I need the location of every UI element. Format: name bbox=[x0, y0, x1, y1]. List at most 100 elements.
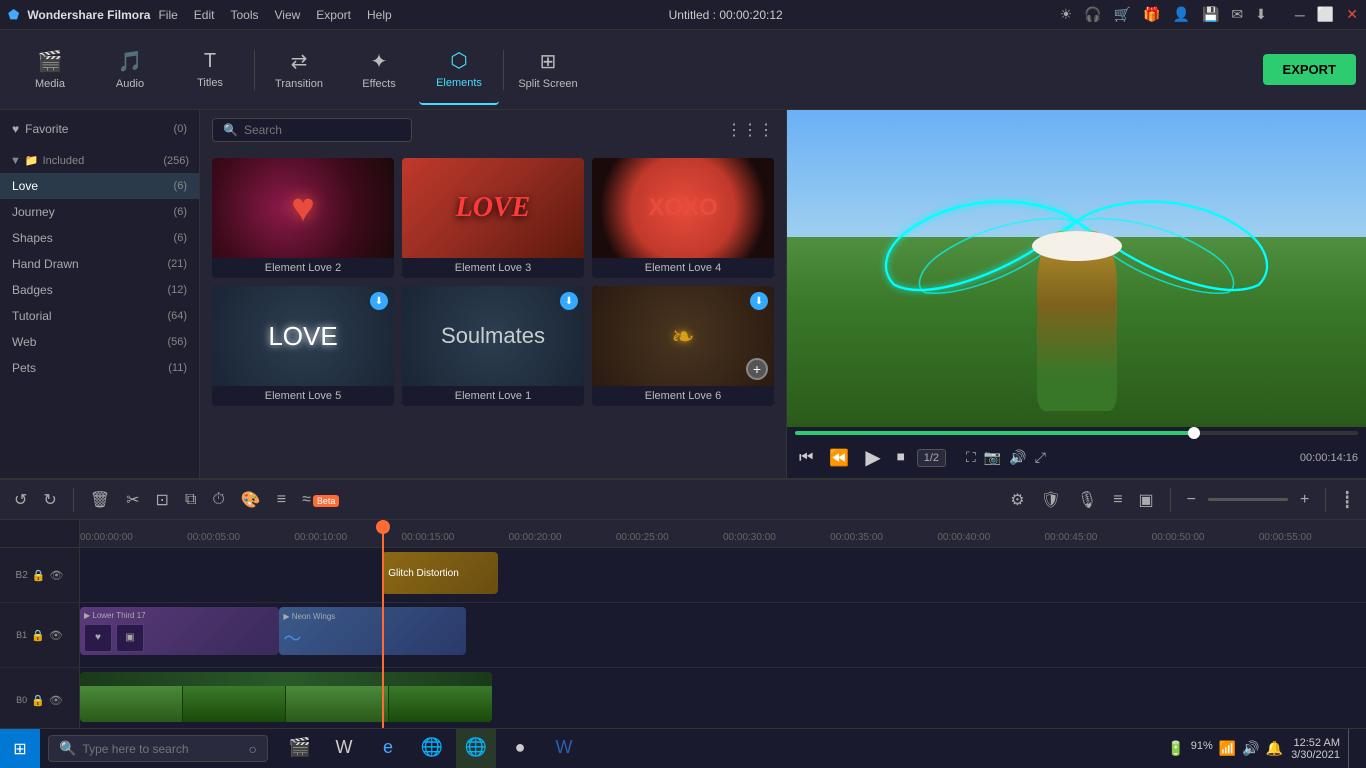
motion-button[interactable]: ⚙ bbox=[1006, 486, 1028, 514]
audio-duck-button[interactable]: 🎙 bbox=[1073, 486, 1101, 514]
sidebar-item-hand-drawn[interactable]: Hand Drawn(21) bbox=[0, 251, 199, 277]
menu-tools[interactable]: Tools bbox=[230, 8, 258, 22]
snapshot-icon[interactable]: 📷 bbox=[984, 449, 1001, 466]
element-card-love4[interactable]: XOXO Element Love 4 bbox=[592, 158, 774, 278]
taskbar-app-word[interactable]: W bbox=[324, 729, 364, 768]
sidebar-item-love[interactable]: Love(6) bbox=[0, 173, 199, 199]
headphone-icon[interactable]: 🎧 bbox=[1084, 6, 1101, 23]
zoom-in-button[interactable]: + bbox=[1296, 487, 1313, 513]
export-button[interactable]: EXPORT bbox=[1263, 54, 1356, 85]
cut-button[interactable]: ✂ bbox=[122, 486, 143, 514]
toolbar-effects[interactable]: ✦ Effects bbox=[339, 35, 419, 105]
sidebar-item-shapes[interactable]: Shapes(6) bbox=[0, 225, 199, 251]
clip-lower-third[interactable]: ▶ Lower Third 17 ♥ ▣ bbox=[80, 607, 279, 655]
element-card-love6[interactable]: ❧ ⬇ + Element Love 6 bbox=[592, 286, 774, 406]
maximize-btn[interactable]: ⬜ bbox=[1317, 6, 1334, 23]
menu-help[interactable]: Help bbox=[367, 8, 392, 22]
step-back-button[interactable]: ⏪ bbox=[825, 446, 853, 470]
quality-selector[interactable]: 1/2 bbox=[917, 449, 946, 467]
sidebar-item-web[interactable]: Web(56) bbox=[0, 329, 199, 355]
sidebar-included-category[interactable]: ▼ 📁 Included (256) bbox=[0, 148, 199, 173]
sidebar-item-tutorial[interactable]: Tutorial(64) bbox=[0, 303, 199, 329]
mail-icon[interactable]: ✉ bbox=[1231, 6, 1243, 23]
element-card-love5[interactable]: LOVE ⬇ Element Love 5 bbox=[212, 286, 394, 406]
user-icon[interactable]: 👤 bbox=[1173, 6, 1190, 23]
taskbar-search[interactable]: 🔍 ○ bbox=[48, 735, 268, 762]
b2-eye-icon[interactable]: 👁 bbox=[49, 569, 63, 582]
toolbar-elements[interactable]: ⬡ Elements bbox=[419, 35, 499, 105]
sidebar-item-badges[interactable]: Badges(12) bbox=[0, 277, 199, 303]
timer-button[interactable]: ⏱ bbox=[208, 487, 228, 513]
stop-button[interactable]: ⏹ bbox=[893, 447, 909, 469]
taskbar-app-unknown[interactable]: ● bbox=[500, 729, 540, 768]
sidebar-item-pets[interactable]: Pets(11) bbox=[0, 355, 199, 381]
b0-lock-icon[interactable]: 🔒 bbox=[31, 694, 45, 707]
taskbar-app-chrome2[interactable]: 🌐 bbox=[456, 729, 496, 768]
sun-icon[interactable]: ☀ bbox=[1060, 6, 1073, 23]
play-button[interactable]: ▶ bbox=[861, 443, 884, 472]
taskbar-app-word2[interactable]: W bbox=[544, 729, 584, 768]
save-icon[interactable]: 💾 bbox=[1202, 6, 1219, 23]
zoom-slider[interactable] bbox=[1208, 498, 1288, 501]
zoom-out-button[interactable]: − bbox=[1183, 487, 1200, 513]
add-badge[interactable]: + bbox=[746, 358, 768, 380]
minimize-btn[interactable]: ─ bbox=[1295, 7, 1305, 23]
taskbar-app-chrome[interactable]: 🌐 bbox=[412, 729, 452, 768]
show-desktop-btn[interactable] bbox=[1348, 729, 1356, 768]
redo-button[interactable]: ↻ bbox=[39, 486, 60, 514]
menu-export[interactable]: Export bbox=[316, 8, 351, 22]
prev-frame-button[interactable]: ⏮ bbox=[795, 447, 817, 469]
color-button[interactable]: 🎨 bbox=[237, 486, 265, 514]
fullscreen-preview-icon[interactable]: ⛶ bbox=[966, 449, 976, 466]
taskbar-search-input[interactable] bbox=[82, 742, 242, 756]
close-btn[interactable]: ✕ bbox=[1346, 6, 1358, 23]
copy-button[interactable]: ⧉ bbox=[181, 487, 200, 513]
crop-button[interactable]: ⊡ bbox=[152, 486, 173, 514]
clip-glitch-distortion[interactable]: Glitch Distortion bbox=[382, 552, 498, 594]
b1-eye-icon[interactable]: 👁 bbox=[49, 629, 63, 642]
track-row-b0: B0 🔒 👁 ▶ pexels-maksim-goncharenok-56425… bbox=[0, 668, 1366, 733]
element-card-love3[interactable]: LOVE Element Love 3 bbox=[402, 158, 584, 278]
toolbar-split-screen[interactable]: ⊞ Split Screen bbox=[508, 35, 588, 105]
clip-video[interactable]: ▶ pexels-maksim-goncharenok-5642525 bbox=[80, 672, 492, 722]
menu-view[interactable]: View bbox=[275, 8, 301, 22]
search-input-wrap[interactable]: 🔍 bbox=[212, 118, 412, 142]
b2-lock-icon[interactable]: 🔒 bbox=[32, 569, 46, 582]
start-button[interactable]: ⊞ bbox=[0, 729, 40, 768]
menu-file[interactable]: File bbox=[158, 8, 177, 22]
sidebar-favorite[interactable]: ♥ Favorite (0) bbox=[0, 116, 199, 142]
toolbar-audio[interactable]: 🎵 Audio bbox=[90, 35, 170, 105]
preview-progress-handle[interactable] bbox=[1188, 427, 1200, 439]
search-input[interactable] bbox=[244, 123, 384, 137]
download-icon[interactable]: ⬇ bbox=[1255, 6, 1267, 23]
undo-button[interactable]: ↺ bbox=[10, 486, 31, 514]
element-card-love1[interactable]: Soulmates ⬇ Element Love 1 bbox=[402, 286, 584, 406]
menu-edit[interactable]: Edit bbox=[194, 8, 215, 22]
toolbar-media[interactable]: 🎬 Media bbox=[10, 35, 90, 105]
stabilize-button[interactable]: 🛡 bbox=[1037, 486, 1065, 514]
grid-view-button[interactable]: ⋮⋮⋮ bbox=[726, 120, 774, 140]
taskbar-app-filmora[interactable]: 🎬 bbox=[280, 729, 320, 768]
drag-handle[interactable]: ┋ bbox=[1338, 486, 1356, 514]
ruler-mark-2: 00:00:10:00 bbox=[294, 532, 347, 543]
cortana-icon[interactable]: ○ bbox=[248, 741, 256, 757]
clip-neon-wings[interactable]: ▶ Neon Wings 〜 bbox=[279, 607, 465, 655]
gift-icon[interactable]: 🎁 bbox=[1143, 6, 1160, 23]
preview-progress-bar[interactable] bbox=[795, 431, 1358, 435]
element-card-love2[interactable]: ♥ Element Love 2 bbox=[212, 158, 394, 278]
subtitle-button[interactable]: ≡ bbox=[1109, 487, 1126, 513]
cart-icon[interactable]: 🛒 bbox=[1114, 6, 1131, 23]
toolbar-transition[interactable]: ⇄ Transition bbox=[259, 35, 339, 105]
pip-button[interactable]: ▣ bbox=[1135, 486, 1158, 514]
toolbar-titles[interactable]: T Titles bbox=[170, 35, 250, 105]
sort-button[interactable]: ≡ bbox=[273, 487, 290, 513]
taskbar-app-edge[interactable]: e bbox=[368, 729, 408, 768]
b0-eye-icon[interactable]: 👁 bbox=[49, 694, 63, 707]
volume-icon[interactable]: 🔊 bbox=[1009, 449, 1026, 466]
expand-icon[interactable]: ⤢ bbox=[1035, 449, 1046, 466]
delete-button[interactable]: 🗑 bbox=[86, 486, 114, 514]
wave-button[interactable]: ≈Beta bbox=[298, 487, 343, 513]
b1-lock-icon[interactable]: 🔒 bbox=[31, 629, 45, 642]
sidebar-item-journey[interactable]: Journey(6) bbox=[0, 199, 199, 225]
notification-icon[interactable]: 🔔 bbox=[1266, 740, 1283, 757]
